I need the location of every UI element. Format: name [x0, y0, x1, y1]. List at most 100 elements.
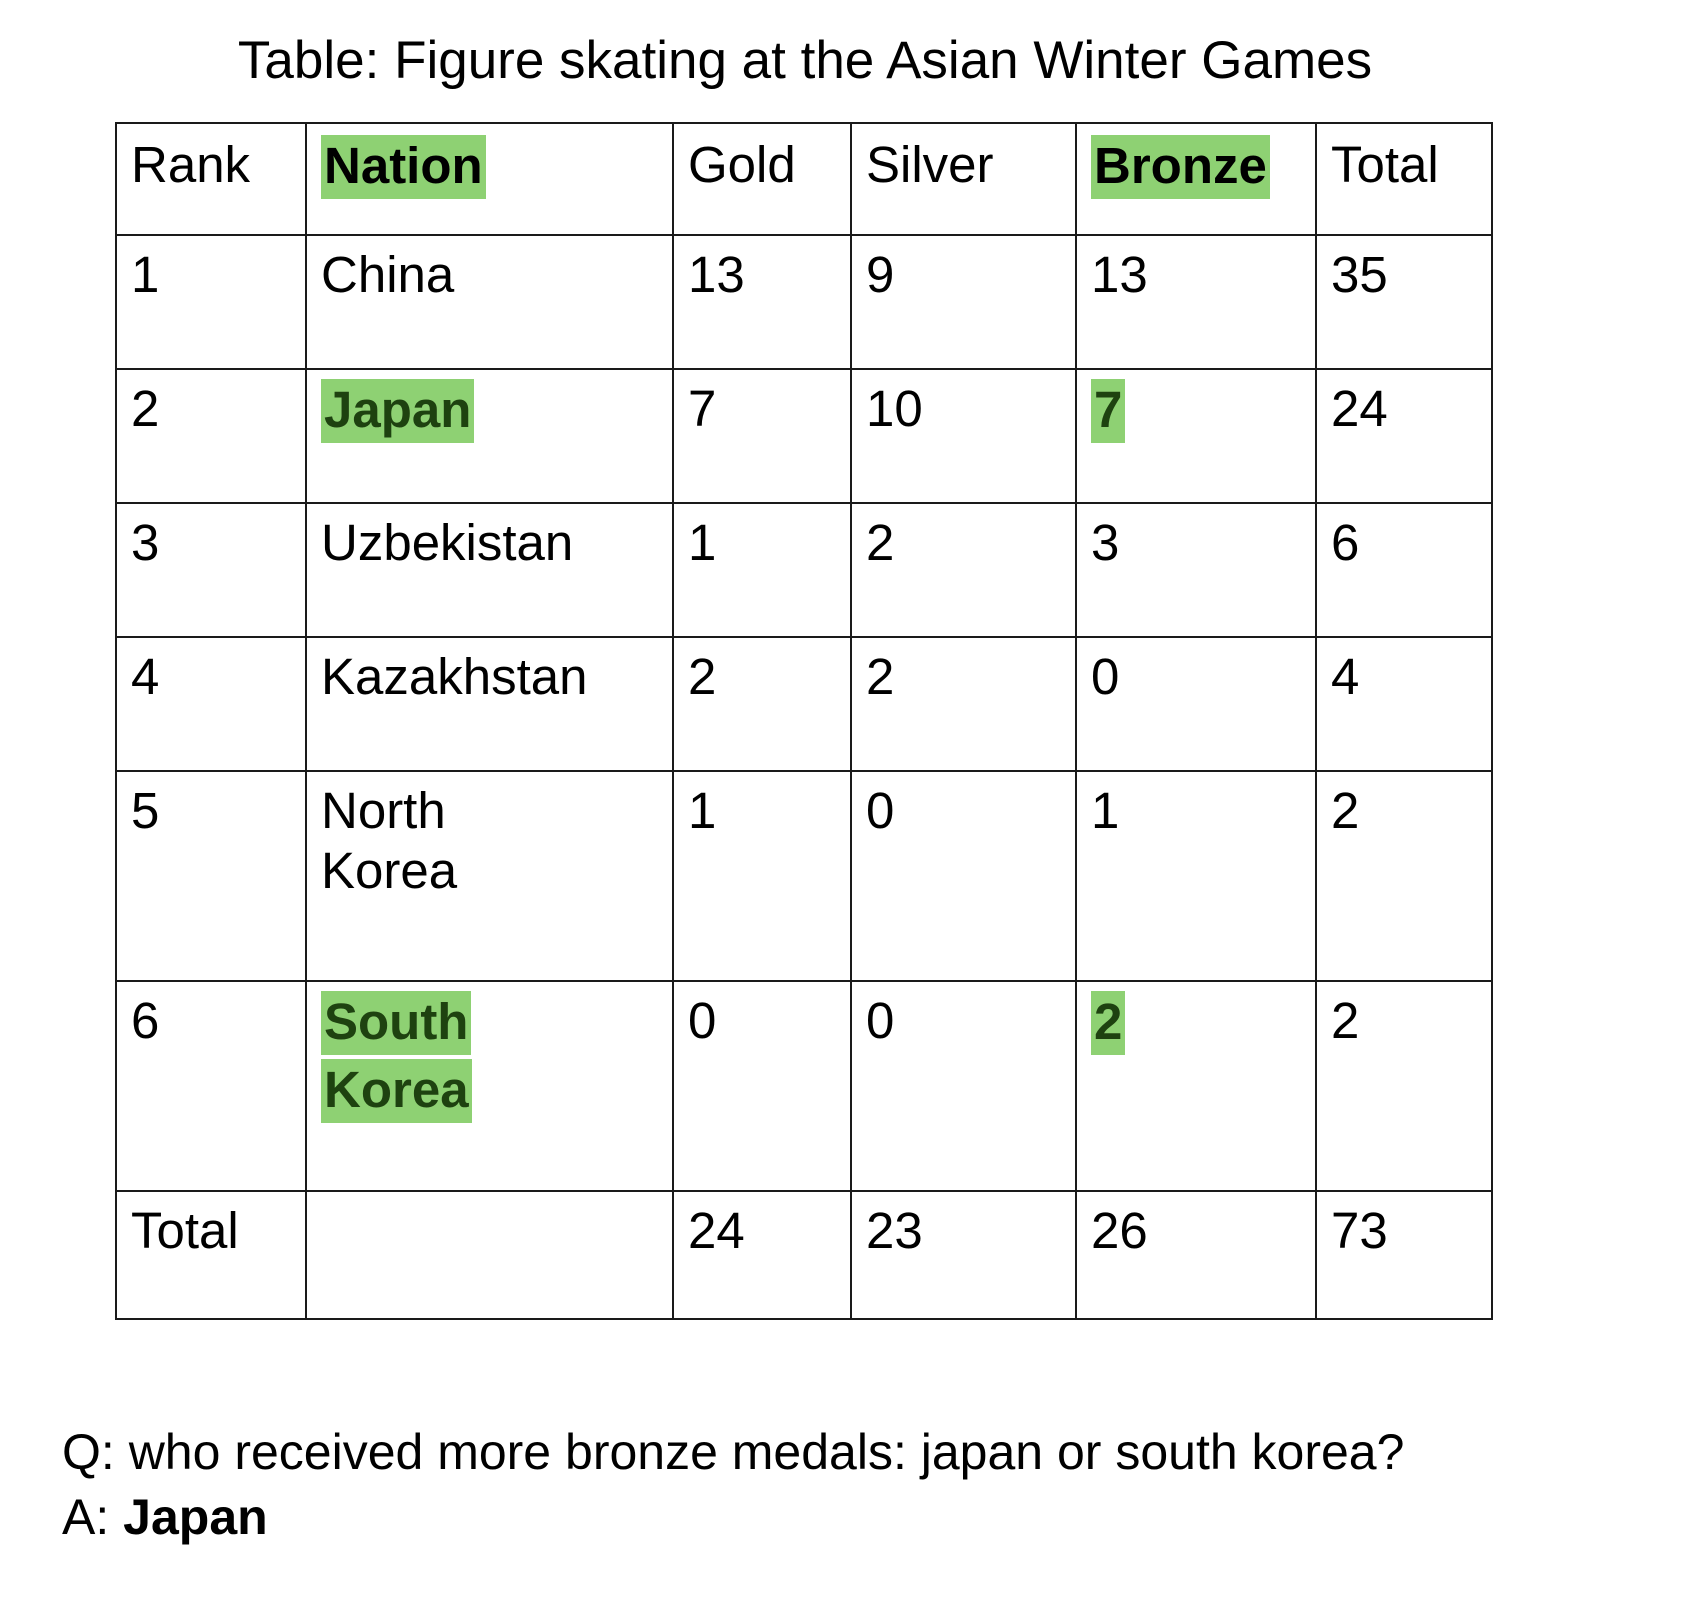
cell-bronze: 1: [1075, 770, 1317, 982]
column-header-nation: Nation: [305, 122, 674, 236]
cell-rank-value: 6: [131, 992, 160, 1049]
cell-total-value: 24: [1331, 380, 1388, 437]
cell-nation-value-line1-highlighted: South: [321, 991, 472, 1055]
page-title: Table: Figure skating at the Asian Winte…: [237, 31, 1373, 90]
cell-gold: 0: [672, 980, 852, 1192]
table-row: 2 Japan 7 10 7 24: [115, 368, 1493, 504]
cell-total-value: 4: [1331, 648, 1360, 705]
cell-silver: 2: [850, 502, 1077, 638]
cell-total: 2: [1315, 980, 1493, 1192]
answer-line: A: Japan: [62, 1485, 1682, 1550]
cell-bronze: 13: [1075, 234, 1317, 370]
cell-nation-value: Kazakhstan: [321, 648, 588, 705]
cell-gold: 24: [672, 1190, 852, 1320]
cell-silver-value: 2: [866, 648, 895, 705]
cell-bronze-value: 1: [1091, 782, 1120, 839]
cell-silver: 10: [850, 368, 1077, 504]
cell-total-value: 2: [1331, 782, 1360, 839]
cell-nation-value-line2: Korea: [321, 842, 458, 899]
cell-rank-value: 1: [131, 246, 160, 303]
answer-text: Japan: [123, 1489, 268, 1545]
cell-silver: 0: [850, 770, 1077, 982]
cell-total: 73: [1315, 1190, 1493, 1320]
cell-silver-value: 2: [866, 514, 895, 571]
cell-rank: 5: [115, 770, 307, 982]
cell-rank: Total: [115, 1190, 307, 1320]
cell-rank-value: 4: [131, 648, 160, 705]
question-line: Q: who received more bronze medals: japa…: [62, 1420, 1682, 1485]
cell-total: 6: [1315, 502, 1493, 638]
table-row: 1 China 13 9 13 35: [115, 234, 1493, 370]
cell-silver: 9: [850, 234, 1077, 370]
cell-gold: 1: [672, 502, 852, 638]
cell-rank-value: 5: [131, 782, 160, 839]
cell-bronze: 7: [1075, 368, 1317, 504]
cell-rank: 2: [115, 368, 307, 504]
cell-gold: 7: [672, 368, 852, 504]
cell-bronze: 26: [1075, 1190, 1317, 1320]
question-answer-block: Q: who received more bronze medals: japa…: [62, 1420, 1682, 1550]
cell-nation: China: [305, 234, 674, 370]
cell-total-value: 6: [1331, 514, 1360, 571]
cell-gold: 1: [672, 770, 852, 982]
cell-bronze-value: 26: [1091, 1202, 1148, 1259]
cell-silver: 0: [850, 980, 1077, 1192]
cell-bronze: 0: [1075, 636, 1317, 772]
cell-nation-value-highlighted: Japan: [321, 379, 475, 443]
cell-gold-value: 7: [688, 380, 717, 437]
cell-nation: [305, 1190, 674, 1320]
cell-rank: 4: [115, 636, 307, 772]
cell-total: 24: [1315, 368, 1493, 504]
column-header-gold-label: Gold: [688, 136, 796, 193]
column-header-rank-label: Rank: [131, 136, 251, 193]
cell-rank-value: 3: [131, 514, 160, 571]
cell-total-value: 2: [1331, 992, 1360, 1049]
cell-bronze-value: 0: [1091, 648, 1120, 705]
cell-gold-value: 0: [688, 992, 717, 1049]
cell-gold-value: 24: [688, 1202, 745, 1259]
column-header-gold: Gold: [672, 122, 852, 236]
answer-prefix: A:: [62, 1489, 110, 1545]
cell-nation-value-line1: North: [321, 782, 446, 839]
table-row: 6 South Korea 0 0 2 2: [115, 980, 1493, 1192]
cell-bronze-value: 3: [1091, 514, 1120, 571]
cell-bronze-value-highlighted: 7: [1091, 379, 1126, 443]
cell-gold-value: 13: [688, 246, 745, 303]
column-header-nation-label: Nation: [321, 135, 486, 199]
cell-total-value: 73: [1331, 1202, 1388, 1259]
cell-total: 4: [1315, 636, 1493, 772]
cell-silver-value: 10: [866, 380, 923, 437]
cell-nation: Uzbekistan: [305, 502, 674, 638]
cell-rank: 6: [115, 980, 307, 1192]
table-header-row: Rank Nation Gold Silver Bronze Total: [115, 122, 1493, 236]
cell-nation-value: Uzbekistan: [321, 514, 574, 571]
medal-table: Rank Nation Gold Silver Bronze Total 1 C…: [115, 122, 1493, 1320]
cell-nation: South Korea: [305, 980, 674, 1192]
cell-nation-value: China: [321, 246, 455, 303]
cell-bronze-value: 13: [1091, 246, 1148, 303]
question-text: who received more bronze medals: japan o…: [128, 1424, 1405, 1480]
table-row: 3 Uzbekistan 1 2 3 6: [115, 502, 1493, 638]
column-header-total-label: Total: [1331, 136, 1439, 193]
column-header-total: Total: [1315, 122, 1493, 236]
cell-total-value: 35: [1331, 246, 1388, 303]
cell-bronze-value-highlighted: 2: [1091, 991, 1126, 1055]
cell-gold-value: 2: [688, 648, 717, 705]
table-total-row: Total 24 23 26 73: [115, 1190, 1493, 1320]
cell-silver-value: 0: [866, 992, 895, 1049]
column-header-bronze-label: Bronze: [1091, 135, 1270, 199]
question-prefix: Q:: [62, 1424, 115, 1480]
cell-total-label: Total: [131, 1202, 239, 1259]
cell-total: 2: [1315, 770, 1493, 982]
cell-rank: 1: [115, 234, 307, 370]
cell-bronze: 2: [1075, 980, 1317, 1192]
cell-rank-value: 2: [131, 380, 160, 437]
cell-nation-value-line2-highlighted: Korea: [321, 1059, 472, 1123]
cell-silver-value: 9: [866, 246, 895, 303]
cell-gold: 2: [672, 636, 852, 772]
cell-bronze: 3: [1075, 502, 1317, 638]
cell-nation: North Korea: [305, 770, 674, 982]
cell-gold: 13: [672, 234, 852, 370]
column-header-bronze: Bronze: [1075, 122, 1317, 236]
column-header-rank: Rank: [115, 122, 307, 236]
